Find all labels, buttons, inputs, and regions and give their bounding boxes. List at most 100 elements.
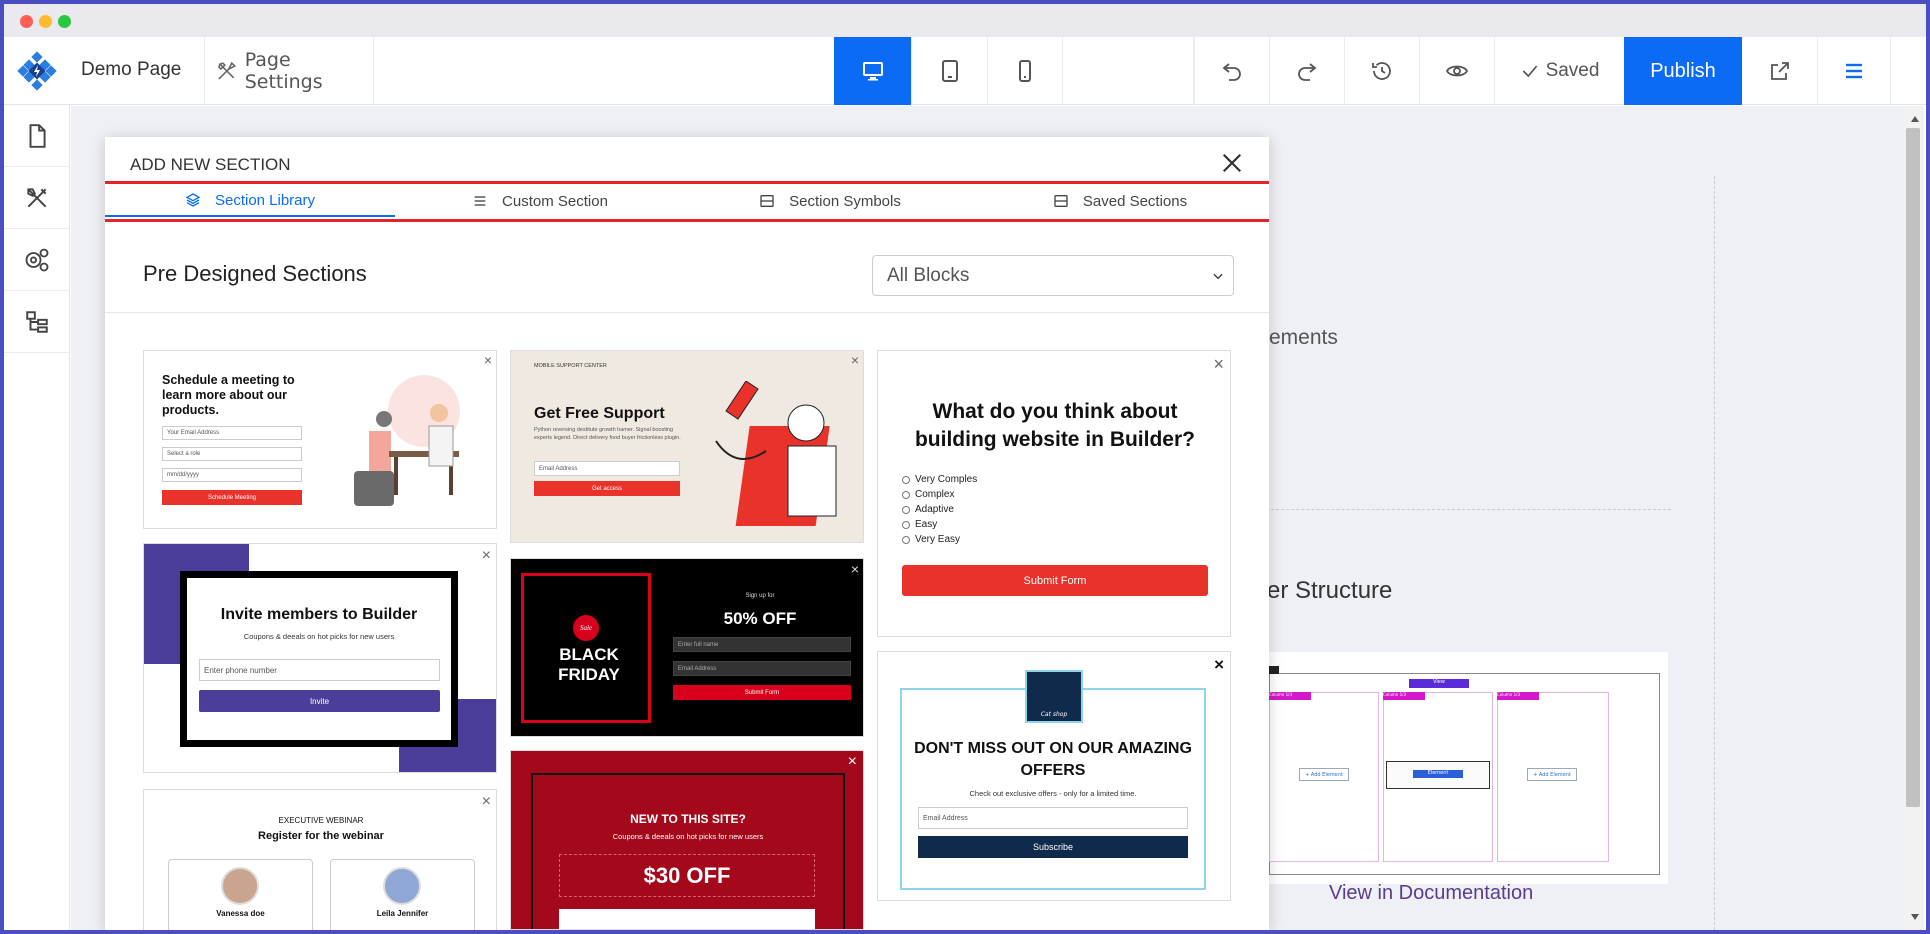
- page-name[interactable]: Demo Page: [81, 59, 181, 81]
- card-close-icon[interactable]: ×: [851, 562, 859, 576]
- app-logo[interactable]: [4, 37, 70, 105]
- card-close-icon[interactable]: ×: [482, 548, 491, 564]
- tools-icon: [218, 61, 237, 80]
- tab-section-symbols[interactable]: Section Symbols: [685, 185, 975, 217]
- close-window-button[interactable]: [20, 15, 33, 28]
- tree-structure-icon: [26, 310, 48, 333]
- sale-badge: Sale: [573, 615, 599, 641]
- modal-close-button[interactable]: [1221, 152, 1243, 174]
- modal-title: ADD NEW SECTION: [130, 155, 291, 174]
- sidebar-settings-button[interactable]: [4, 229, 70, 291]
- mini-col-label-2: Column 1/3: [1383, 692, 1425, 700]
- scroll-down-arrow-icon[interactable]: [1911, 914, 1919, 920]
- chevron-down-icon: [1213, 273, 1223, 279]
- page-settings-button[interactable]: Page Settings: [204, 37, 374, 105]
- sidebar-structure-button[interactable]: [4, 291, 70, 353]
- external-link-icon: [1770, 62, 1789, 80]
- tablet-icon: [941, 60, 958, 82]
- top-toolbar: Demo Page Page Settings Saved Publish: [4, 37, 1926, 105]
- saved-box-icon: [1054, 195, 1068, 207]
- modal-divider: [105, 312, 1269, 313]
- card-close-icon[interactable]: ×: [848, 754, 857, 770]
- section-card-webinar[interactable]: × EXECUTIVE WEBINAR Register for the web…: [143, 789, 497, 930]
- section-heading: Pre Designed Sections: [143, 261, 367, 286]
- layers-icon: [185, 193, 201, 207]
- scroll-up-arrow-icon[interactable]: [1911, 116, 1919, 122]
- canvas-divider: [1221, 509, 1671, 510]
- tab-saved-sections[interactable]: Saved Sections: [975, 185, 1265, 217]
- minimize-window-button[interactable]: [39, 15, 52, 28]
- history-button[interactable]: [1344, 37, 1419, 105]
- support-illustration: [715, 381, 837, 526]
- section-card-miss-out[interactable]: × Cat shop DON'T MISS OUT ON OUR AMAZING…: [877, 651, 1231, 901]
- undo-button[interactable]: [1194, 37, 1269, 105]
- tablet-view-button[interactable]: [911, 37, 987, 105]
- sidebar-design-button[interactable]: [4, 167, 70, 229]
- logo-icon: [17, 51, 57, 91]
- maximize-window-button[interactable]: [58, 15, 71, 28]
- page-settings-label: Page Settings: [244, 49, 323, 93]
- redo-button[interactable]: [1269, 37, 1344, 105]
- window-titlebar: [4, 4, 1926, 37]
- section-card-meeting[interactable]: × Schedule a meeting to learn more about…: [143, 350, 497, 529]
- undo-icon: [1222, 63, 1241, 81]
- close-icon: [1222, 153, 1242, 173]
- design-tools-icon: [27, 187, 47, 207]
- mobile-view-button[interactable]: [987, 37, 1062, 105]
- saved-label: Saved: [1545, 60, 1600, 81]
- mini-add-element-1: + Add Element: [1299, 768, 1349, 781]
- mobile-icon: [1019, 60, 1031, 82]
- block-filter-select[interactable]: All Blocks: [872, 255, 1234, 296]
- section-card-new-to-site[interactable]: × NEW TO THIS SITE? Coupons & deeals on …: [510, 750, 864, 930]
- avatar: [221, 867, 259, 905]
- mini-element-label: Element: [1413, 770, 1463, 778]
- view-documentation-link[interactable]: View in Documentation: [1329, 882, 1533, 905]
- section-card-survey[interactable]: × What do you think about building websi…: [877, 350, 1231, 637]
- vertical-scrollbar[interactable]: [1904, 106, 1924, 930]
- structure-preview-image: View Column 1/3 Column 1/3 Column 1/3 + …: [1269, 652, 1668, 884]
- avatar: [383, 867, 421, 905]
- structure-heading: er Structure: [1267, 577, 1393, 604]
- mini-view-label: View: [1409, 679, 1469, 688]
- mini-add-element-3: + Add Element: [1527, 768, 1577, 781]
- preview-button[interactable]: [1419, 37, 1494, 105]
- open-external-button[interactable]: [1742, 37, 1817, 105]
- card-close-icon[interactable]: ×: [1214, 656, 1224, 673]
- scrollbar-thumb[interactable]: [1906, 128, 1920, 807]
- section-card-black-friday[interactable]: × Sale BLACK FRIDAY Sign up for 50% OFF …: [510, 558, 864, 737]
- meeting-illustration: [354, 375, 460, 506]
- card-close-icon[interactable]: ×: [1213, 355, 1224, 373]
- card-close-icon[interactable]: ×: [851, 353, 859, 367]
- publish-button[interactable]: Publish: [1624, 37, 1742, 105]
- hamburger-icon: [1846, 63, 1862, 79]
- menu-button[interactable]: [1817, 37, 1891, 105]
- left-sidebar: [4, 105, 70, 930]
- desktop-icon: [862, 62, 883, 81]
- section-card-support[interactable]: × MOBILE SUPPORT CENTER Get Free Support…: [510, 350, 864, 543]
- history-icon: [1372, 62, 1391, 80]
- card-close-icon[interactable]: ×: [482, 794, 491, 810]
- section-box-icon: [760, 195, 774, 207]
- tab-section-library[interactable]: Section Library: [105, 185, 395, 217]
- check-icon: [1522, 65, 1537, 78]
- toolbar-spacer: [1062, 37, 1194, 105]
- section-card-invite[interactable]: × Invite members to Builder Coupons & de…: [143, 543, 497, 773]
- mini-col-label-1: Column 1/3: [1269, 692, 1311, 700]
- lines-icon: [474, 196, 486, 206]
- redo-icon: [1298, 63, 1317, 81]
- canvas-guide: [1714, 176, 1715, 930]
- app-window: Demo Page Page Settings Saved Publish em…: [4, 4, 1926, 930]
- card-close-icon[interactable]: ×: [484, 353, 492, 367]
- cat-shop-logo: Cat shop: [1025, 670, 1083, 723]
- tab-custom-section[interactable]: Custom Section: [395, 185, 685, 217]
- saved-status: Saved: [1494, 37, 1624, 105]
- gears-icon: [25, 248, 49, 271]
- mini-col-label-3: Column 1/3: [1497, 692, 1539, 700]
- elements-heading: ements: [1269, 326, 1338, 349]
- add-section-modal: ADD NEW SECTION Section Library Custom S…: [105, 137, 1269, 930]
- sidebar-pages-button[interactable]: [4, 105, 70, 167]
- coupon-box: $30 OFF: [559, 854, 815, 897]
- eye-icon: [1445, 65, 1469, 77]
- desktop-view-button[interactable]: [834, 37, 911, 105]
- page-icon: [29, 123, 46, 148]
